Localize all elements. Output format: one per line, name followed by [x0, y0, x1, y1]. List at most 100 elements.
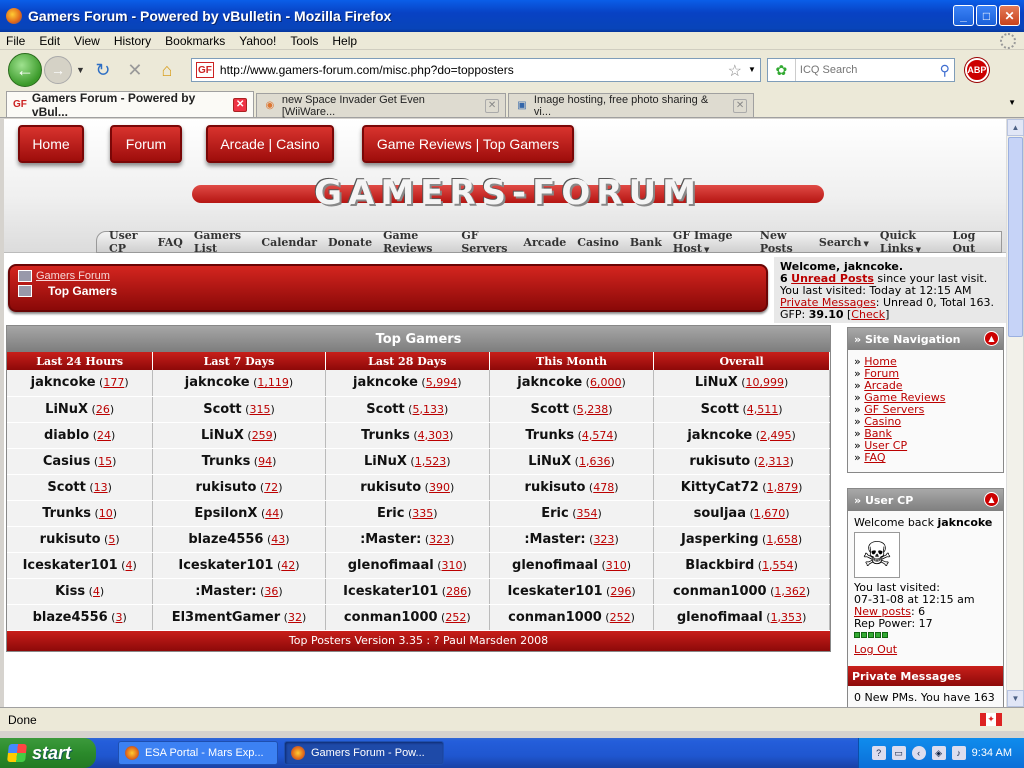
gamer-name-link[interactable]: Scott: [47, 480, 85, 495]
post-count-link[interactable]: 15: [98, 455, 112, 468]
scroll-down-icon[interactable]: ▼: [1007, 690, 1024, 707]
volume-icon[interactable]: ♪: [951, 746, 966, 760]
post-count-link[interactable]: 4,574: [582, 429, 614, 442]
post-count-link[interactable]: 259: [252, 429, 273, 442]
post-count-link[interactable]: 310: [442, 559, 463, 572]
post-count-link[interactable]: 1,119: [257, 376, 289, 389]
gamer-name-link[interactable]: blaze4556: [188, 532, 263, 547]
taskbar-item-gamers-forum[interactable]: Gamers Forum - Pow...: [284, 741, 444, 765]
post-count-link[interactable]: 5,238: [577, 403, 609, 416]
subnav-calendar[interactable]: Calendar: [261, 236, 317, 249]
topnav-game-reviews[interactable]: Game Reviews | Top Gamers: [362, 125, 574, 163]
post-count-link[interactable]: 1,636: [579, 455, 611, 468]
menu-file[interactable]: File: [6, 34, 25, 48]
post-count-link[interactable]: 5,994: [426, 376, 458, 389]
gamer-name-link[interactable]: Iceskater101: [343, 584, 438, 599]
gamer-name-link[interactable]: LiNuX: [45, 402, 88, 417]
tab-image-hosting[interactable]: ▣ Image hosting, free photo sharing & vi…: [508, 93, 754, 118]
topnav-home[interactable]: Home: [18, 125, 84, 163]
post-count-link[interactable]: 286: [446, 585, 467, 598]
gamer-name-link[interactable]: jakncoke: [185, 375, 250, 390]
search-engine-icon[interactable]: ✿: [768, 59, 796, 81]
post-count-link[interactable]: 10,999: [746, 376, 785, 389]
post-count-link[interactable]: 94: [258, 455, 272, 468]
post-count-link[interactable]: 13: [94, 481, 108, 494]
gamer-name-link[interactable]: Iceskater101: [507, 584, 602, 599]
site-logo[interactable]: GAMERS-FORUM: [192, 173, 824, 213]
gamer-name-link[interactable]: :Master:: [360, 532, 421, 547]
post-count-link[interactable]: 24: [97, 429, 111, 442]
canada-flag-icon[interactable]: ✦: [980, 713, 1002, 726]
post-count-link[interactable]: 2,313: [758, 455, 790, 468]
post-count-link[interactable]: 390: [429, 481, 450, 494]
subnav-new-posts[interactable]: New Posts: [760, 229, 808, 255]
post-count-link[interactable]: 1,670: [754, 507, 786, 520]
post-count-link[interactable]: 36: [264, 585, 278, 598]
post-count-link[interactable]: 296: [610, 585, 631, 598]
post-count-link[interactable]: 5,133: [412, 403, 444, 416]
post-count-link[interactable]: 354: [577, 507, 598, 520]
subnav-search[interactable]: Search ▼: [819, 236, 869, 249]
post-count-link[interactable]: 4,511: [747, 403, 779, 416]
gamer-name-link[interactable]: rukisuto: [689, 454, 750, 469]
gamer-name-link[interactable]: diablo: [44, 428, 89, 443]
forward-button[interactable]: →: [44, 56, 72, 84]
stop-icon[interactable]: ✕: [123, 58, 147, 82]
collapse-icon[interactable]: ▲: [984, 492, 999, 507]
search-input[interactable]: [795, 64, 926, 76]
subnav-casino[interactable]: Casino: [577, 236, 619, 249]
gamer-name-link[interactable]: jakncoke: [517, 375, 582, 390]
menu-history[interactable]: History: [114, 34, 151, 48]
gamer-name-link[interactable]: Iceskater101: [23, 558, 118, 573]
post-count-link[interactable]: 252: [610, 611, 631, 624]
gamer-name-link[interactable]: glenofimaal: [512, 558, 598, 573]
url-bar[interactable]: GF ☆ ▼: [190, 58, 761, 82]
bookmark-star-icon[interactable]: ☆: [728, 61, 742, 81]
gamer-name-link[interactable]: jakncoke: [687, 428, 752, 443]
close-tab-icon[interactable]: ✕: [485, 98, 499, 113]
subnav-arcade[interactable]: Arcade: [523, 236, 566, 249]
url-input[interactable]: [219, 63, 710, 77]
menu-yahoo[interactable]: Yahoo!: [239, 34, 276, 48]
menu-tools[interactable]: Tools: [290, 34, 318, 48]
gamer-name-link[interactable]: rukisuto: [360, 480, 421, 495]
search-icon[interactable]: ⚲: [940, 62, 950, 79]
post-count-link[interactable]: 478: [593, 481, 614, 494]
help-icon[interactable]: ?: [871, 746, 886, 760]
post-count-link[interactable]: 1,879: [767, 481, 799, 494]
gamer-name-link[interactable]: Scott: [701, 402, 739, 417]
post-count-link[interactable]: 44: [265, 507, 279, 520]
gamer-name-link[interactable]: glenofimaal: [348, 558, 434, 573]
gamer-name-link[interactable]: EpsilonX: [194, 506, 257, 521]
gamer-name-link[interactable]: conman1000: [673, 584, 767, 599]
gamer-name-link[interactable]: glenofimaal: [677, 610, 763, 625]
subnav-gf-image-host[interactable]: GF Image Host ▼: [673, 229, 749, 255]
taskbar-item-esa-portal[interactable]: ESA Portal - Mars Exp...: [118, 741, 278, 765]
menu-edit[interactable]: Edit: [39, 34, 60, 48]
gamer-name-link[interactable]: Trunks: [202, 454, 251, 469]
tray-expand-icon[interactable]: ‹: [911, 746, 926, 760]
maximize-button[interactable]: □: [976, 5, 997, 26]
network-icon[interactable]: ▭: [891, 746, 906, 760]
post-count-link[interactable]: 177: [103, 376, 124, 389]
gamer-name-link[interactable]: rukisuto: [195, 480, 256, 495]
post-count-link[interactable]: 252: [445, 611, 466, 624]
post-count-link[interactable]: 5: [108, 533, 115, 546]
gamer-name-link[interactable]: LiNuX: [201, 428, 244, 443]
gamer-name-link[interactable]: jakncoke: [353, 375, 418, 390]
gamer-name-link[interactable]: LiNuX: [528, 454, 571, 469]
post-count-link[interactable]: 315: [249, 403, 270, 416]
topnav-forum[interactable]: Forum: [110, 125, 182, 163]
post-count-link[interactable]: 4,303: [418, 429, 450, 442]
topnav-arcade-casino[interactable]: Arcade | Casino: [206, 125, 334, 163]
gamer-name-link[interactable]: Scott: [366, 402, 404, 417]
post-count-link[interactable]: 10: [99, 507, 113, 520]
post-count-link[interactable]: 310: [606, 559, 627, 572]
post-count-link[interactable]: 43: [271, 533, 285, 546]
gamer-name-link[interactable]: Trunks: [361, 428, 410, 443]
check-link[interactable]: Check: [851, 308, 885, 321]
post-count-link[interactable]: 1,362: [774, 585, 806, 598]
gamer-name-link[interactable]: Iceskater101: [178, 558, 273, 573]
gamer-name-link[interactable]: Jasperking: [681, 532, 759, 547]
gamer-name-link[interactable]: Kiss: [55, 584, 85, 599]
